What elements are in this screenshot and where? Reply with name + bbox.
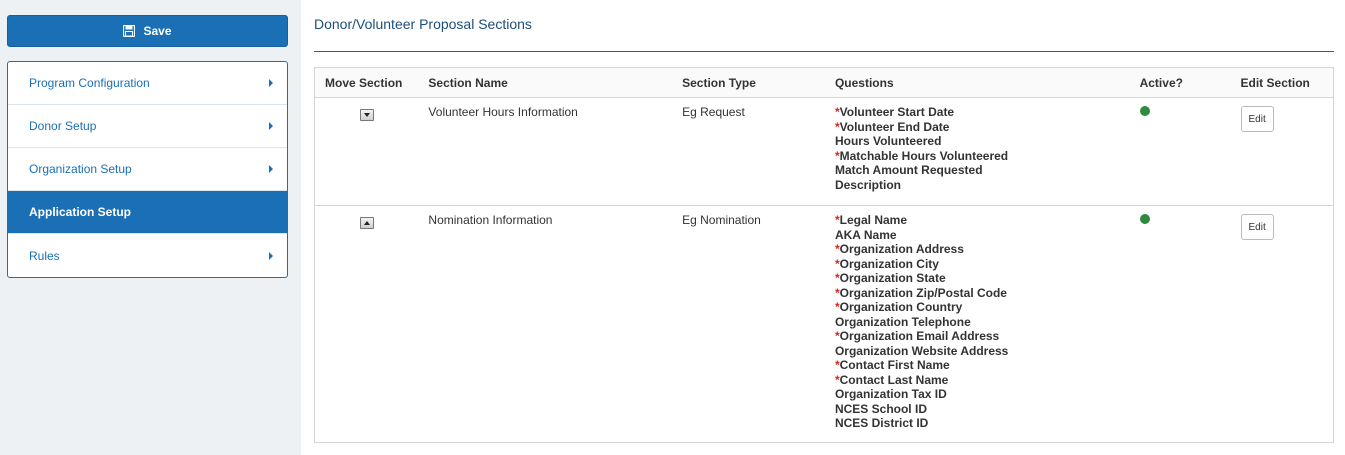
question-item: Organization Telephone: [835, 315, 1120, 330]
question-item: *Organization Country: [835, 300, 1120, 315]
move-down-button[interactable]: [359, 109, 374, 121]
question-item: NCES School ID: [835, 402, 1120, 417]
question-text: Hours Volunteered: [834, 134, 942, 148]
save-button[interactable]: Save: [7, 15, 288, 47]
move-cell: [314, 97, 419, 206]
question-item: *Legal Name: [835, 213, 1120, 228]
question-item: *Organization State: [835, 271, 1120, 286]
question-item: *Volunteer Start Date: [835, 105, 1120, 120]
title-divider: [314, 51, 1334, 52]
question-text: Volunteer Start Date: [839, 105, 955, 119]
question-text: Organization Address: [839, 242, 964, 256]
question-text: Organization Zip/Postal Code: [839, 285, 1007, 300]
sidebar-item-application-setup[interactable]: Application Setup: [8, 191, 287, 234]
question-item: *Volunteer End Date: [835, 120, 1120, 135]
edit-cell: Edit: [1230, 97, 1334, 206]
question-text: Description: [834, 177, 901, 192]
question-item: Organization Website Address: [835, 344, 1120, 359]
question-text: Legal Name: [839, 213, 907, 227]
page-title: Donor/Volunteer Proposal Sections: [314, 16, 532, 32]
column-header-section-name: Section Name: [418, 67, 673, 98]
sidebar: Save Program Configuration Donor Setup O…: [0, 0, 301, 455]
caret-right-icon: [269, 122, 273, 130]
question-text: AKA Name: [834, 227, 897, 242]
questions-list: *Legal Name AKA Name *Organization Address…: [835, 213, 1120, 431]
question-text: Organization Telephone: [834, 314, 971, 329]
question-text: Organization Website Address: [834, 343, 1009, 358]
floppy-disk-icon: [123, 25, 136, 37]
question-text: Organization Email Address: [839, 329, 1000, 343]
column-header-active: Active?: [1129, 67, 1231, 98]
sidebar-item-program-configuration[interactable]: Program Configuration: [8, 62, 287, 105]
sidebar-item-label: Program Configuration: [29, 76, 150, 90]
question-text: Contact Last Name: [839, 372, 949, 387]
sidebar-item-donor-setup[interactable]: Donor Setup: [8, 105, 287, 148]
move-cell: [314, 205, 419, 443]
question-item: Hours Volunteered: [835, 134, 1120, 149]
active-cell: [1129, 205, 1231, 443]
question-item: *Contact Last Name: [835, 373, 1120, 388]
questions-cell: *Legal Name AKA Name *Organization Address…: [824, 205, 1130, 443]
save-button-label: Save: [143, 24, 172, 38]
table-row: Nomination Information Eg Nomination *Le…: [314, 205, 1334, 443]
question-text: Organization Country: [839, 300, 963, 314]
question-item: *Organization Zip/Postal Code: [835, 286, 1120, 301]
column-header-questions: Questions: [824, 67, 1130, 98]
move-up-button[interactable]: [359, 217, 374, 229]
sidebar-item-label: Rules: [29, 248, 60, 263]
sidebar-item-label: Donor Setup: [29, 119, 97, 133]
caret-right-icon: [269, 251, 273, 260]
main-content: Donor/Volunteer Proposal Sections Move S…: [301, 0, 1345, 455]
question-text: Volunteer End Date: [839, 119, 950, 134]
column-header-move-section: Move Section: [314, 67, 419, 98]
question-text: Organization State: [839, 271, 946, 285]
table-header-row: Move Section Section Name Section Type Q…: [314, 67, 1334, 98]
sidebar-item-label: Organization Setup: [29, 162, 132, 176]
edit-section-button[interactable]: Edit: [1240, 106, 1274, 132]
edit-section-button[interactable]: Edit: [1240, 214, 1274, 240]
sidebar-item-organization-setup[interactable]: Organization Setup: [8, 148, 287, 191]
question-item: AKA Name: [835, 228, 1120, 243]
question-text: Organization City: [839, 256, 939, 271]
column-header-section-type: Section Type: [672, 67, 825, 98]
question-item: *Organization Email Address: [835, 329, 1120, 344]
caret-right-icon: [269, 79, 273, 87]
questions-list: *Volunteer Start Date *Volunteer End Date…: [835, 105, 1120, 192]
section-type: Eg Request: [672, 97, 825, 206]
question-item: *Organization Address: [835, 242, 1120, 257]
sidebar-item-label: Application Setup: [29, 205, 131, 219]
sections-table: Move Section Section Name Section Type Q…: [314, 67, 1334, 443]
question-text: Matchable Hours Volunteered: [839, 148, 1009, 163]
sidebar-item-rules[interactable]: Rules: [8, 234, 287, 277]
question-text: Organization Tax ID: [834, 387, 947, 401]
active-status-dot: [1139, 214, 1150, 224]
question-item: *Organization City: [835, 257, 1120, 272]
sidebar-menu: Program Configuration Donor Setup Organi…: [7, 61, 288, 278]
question-text: Contact First Name: [839, 358, 950, 372]
arrow-down-icon: [363, 113, 370, 117]
question-text: NCES School ID: [834, 401, 927, 416]
section-type: Eg Nomination: [672, 205, 825, 443]
table-row: Volunteer Hours Information Eg Request *…: [314, 97, 1334, 206]
question-item: Organization Tax ID: [835, 387, 1120, 402]
caret-right-icon: [269, 165, 273, 173]
question-item: NCES District ID: [835, 416, 1120, 431]
section-name: Nomination Information: [418, 205, 673, 443]
section-name: Volunteer Hours Information: [418, 97, 673, 206]
question-item: Match Amount Requested: [835, 163, 1120, 178]
active-status-dot: [1139, 106, 1150, 116]
question-item: *Contact First Name: [835, 358, 1120, 373]
question-item: *Matchable Hours Volunteered: [835, 149, 1120, 164]
app: Save Program Configuration Donor Setup O…: [0, 0, 1345, 455]
edit-cell: Edit: [1230, 205, 1334, 443]
arrow-up-icon: [363, 221, 370, 225]
questions-cell: *Volunteer Start Date *Volunteer End Date…: [824, 97, 1130, 206]
column-header-edit-section: Edit Section: [1230, 67, 1334, 98]
question-text: NCES District ID: [834, 416, 929, 430]
question-item: Description: [835, 178, 1120, 193]
question-text: Match Amount Requested: [834, 163, 983, 177]
active-cell: [1129, 97, 1231, 206]
